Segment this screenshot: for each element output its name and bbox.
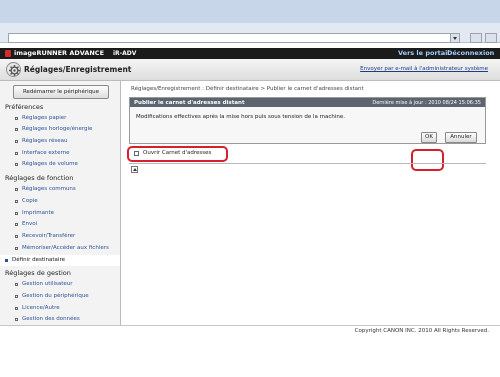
checkbox-highlight bbox=[127, 146, 228, 162]
address-dropdown-icon[interactable] bbox=[450, 34, 459, 42]
panel-body: Modifications effectives après la mise h… bbox=[130, 107, 485, 143]
browser-titlebar bbox=[0, 0, 500, 23]
sidebar-item-common[interactable]: Réglages communs bbox=[0, 184, 120, 195]
sidebar-heading-functions: Réglages de fonction bbox=[5, 174, 74, 182]
sidebar-item-data-management[interactable]: Gestion des données bbox=[0, 314, 120, 325]
sidebar-item-label: Gestion du périphérique bbox=[22, 293, 89, 299]
settings-gear-icon bbox=[6, 62, 21, 77]
bullet-icon bbox=[15, 200, 18, 203]
sidebar-item-license-other[interactable]: Licence/Autre bbox=[0, 303, 120, 314]
sidebar-item-label: Réglages papier bbox=[22, 115, 67, 121]
sidebar-item-label: Gestion des données bbox=[22, 316, 80, 322]
sidebar-item-paper[interactable]: Réglages papier bbox=[0, 113, 120, 124]
bullet-icon bbox=[15, 235, 18, 238]
bullet-icon bbox=[15, 295, 18, 298]
sidebar-item-send[interactable]: Envoi bbox=[0, 219, 120, 230]
sidebar-item-copy[interactable]: Copie bbox=[0, 196, 120, 207]
sidebar-item-external-interface[interactable]: Interface externe bbox=[0, 148, 120, 159]
bullet-icon bbox=[15, 152, 18, 155]
restart-device-button[interactable]: Redémarrer le périphérique bbox=[13, 85, 109, 99]
bullet-icon bbox=[15, 212, 18, 215]
sidebar-item-label: Mémoriser/Accéder aux fichiers bbox=[22, 245, 109, 251]
toolbar-button[interactable] bbox=[470, 33, 482, 43]
sidebar-item-volume[interactable]: Réglages de volume bbox=[0, 159, 120, 170]
sidebar-item-device-management[interactable]: Gestion du périphérique bbox=[0, 291, 120, 302]
panel-title: Publier le carnet d'adresses distant bbox=[134, 99, 245, 106]
sidebar-item-label: Envoi bbox=[22, 221, 38, 227]
page-title: Réglages/Enregistrement bbox=[24, 65, 132, 74]
restart-notice: Modifications effectives après la mise h… bbox=[136, 114, 346, 120]
bullet-icon bbox=[15, 283, 18, 286]
panel-header: Publier le carnet d'adresses distant Der… bbox=[130, 98, 485, 107]
sidebar-heading-management: Réglages de gestion bbox=[5, 269, 71, 277]
sidebar-item-store-access-files[interactable]: Mémoriser/Accéder aux fichiers bbox=[0, 243, 120, 254]
footer-divider bbox=[0, 325, 500, 326]
sidebar-item-label: Définir destinataire bbox=[12, 257, 65, 263]
bullet-icon bbox=[15, 307, 18, 310]
app-header: imageRUNNER ADVANCE iR-ADV Vers le porta… bbox=[0, 48, 500, 59]
brand-name: imageRUNNER ADVANCE bbox=[14, 49, 105, 57]
sidebar-item-label: Réglages horloge/énergie bbox=[22, 126, 93, 132]
page-titlebar: Réglages/Enregistrement Envoyer par e-ma… bbox=[0, 59, 500, 81]
divider bbox=[129, 163, 486, 164]
canon-logo-icon bbox=[5, 50, 11, 57]
ok-button-highlight bbox=[411, 149, 444, 171]
bullet-icon bbox=[15, 128, 18, 131]
publish-address-book-panel: Publier le carnet d'adresses distant Der… bbox=[129, 97, 486, 144]
bullet-icon bbox=[15, 140, 18, 143]
sidebar-item-label: Gestion utilisateur bbox=[22, 281, 73, 287]
bullet-icon bbox=[15, 188, 18, 191]
sidebar-item-label: Recevoir/Transférer bbox=[22, 233, 76, 239]
logout-link[interactable]: Déconnexion bbox=[447, 49, 494, 57]
sidebar-item-label: Interface externe bbox=[22, 150, 70, 156]
sidebar-item-printer[interactable]: Imprimante bbox=[0, 208, 120, 219]
sidebar-item-user-management[interactable]: Gestion utilisateur bbox=[0, 279, 120, 290]
sidebar-item-set-destination[interactable]: Définir destinataire bbox=[0, 255, 120, 266]
sidebar-item-label: Réglages réseau bbox=[22, 138, 68, 144]
address-bar[interactable] bbox=[8, 33, 460, 43]
toolbar-button[interactable] bbox=[485, 33, 497, 43]
portal-link[interactable]: Vers le portail bbox=[398, 49, 450, 57]
sidebar-item-timer-energy[interactable]: Réglages horloge/énergie bbox=[0, 124, 120, 135]
sidebar-item-label: Licence/Autre bbox=[22, 305, 60, 311]
ok-button[interactable]: OK bbox=[421, 132, 437, 143]
bullet-icon bbox=[15, 117, 18, 120]
sidebar-item-label: Réglages de volume bbox=[22, 161, 78, 167]
scroll-to-top-icon[interactable] bbox=[131, 166, 138, 173]
cancel-button[interactable]: Annuler bbox=[445, 132, 477, 143]
device-model: iR-ADV bbox=[113, 49, 137, 57]
breadcrumb: Réglages/Enregistrement : Définir destin… bbox=[131, 86, 364, 92]
bullet-icon bbox=[15, 318, 18, 321]
sidebar: Redémarrer le périphérique Préférences R… bbox=[0, 81, 121, 325]
sidebar-item-label: Copie bbox=[22, 198, 38, 204]
active-bullet-icon bbox=[5, 259, 8, 262]
bullet-icon bbox=[15, 163, 18, 166]
sidebar-heading-preferences: Préférences bbox=[5, 103, 44, 111]
sidebar-item-label: Imprimante bbox=[22, 210, 55, 216]
email-admin-link[interactable]: Envoyer par e-mail à l'administrateur sy… bbox=[360, 66, 488, 72]
sidebar-item-network[interactable]: Réglages réseau bbox=[0, 136, 120, 147]
sidebar-item-label: Réglages communs bbox=[22, 186, 76, 192]
copyright: Copyright CANON INC. 2010 All Rights Res… bbox=[354, 328, 489, 334]
sidebar-item-receive-forward[interactable]: Recevoir/Transférer bbox=[0, 231, 120, 242]
last-update-timestamp: Dernière mise à jour : 2010 08/24 15:06:… bbox=[372, 99, 481, 106]
bullet-icon bbox=[15, 247, 18, 250]
bullet-icon bbox=[15, 223, 18, 226]
